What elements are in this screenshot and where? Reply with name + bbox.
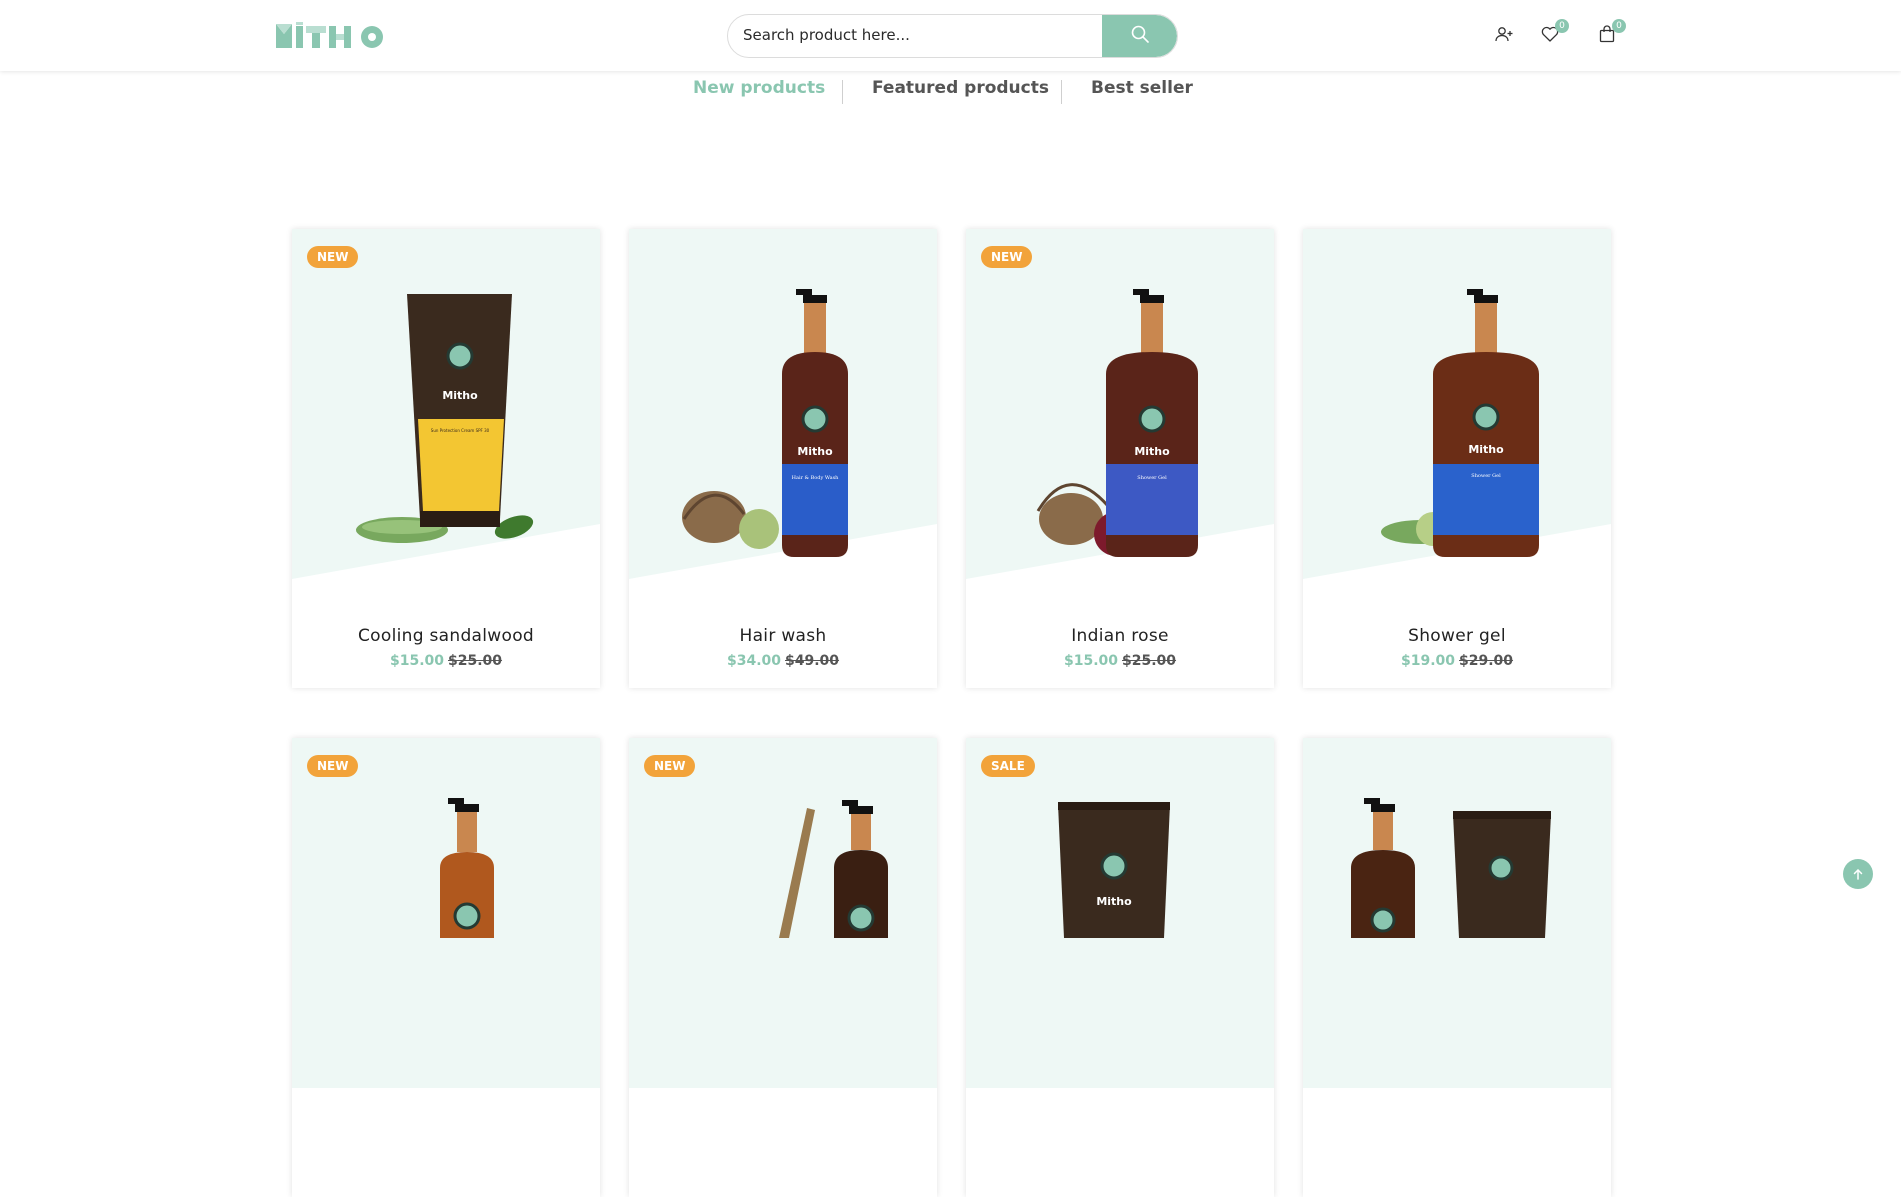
product-card[interactable]: NEW [629,738,937,1197]
product-prices: $15.00 $25.00 [966,653,1274,669]
new-badge: NEW [644,755,696,777]
tab-divider [1061,80,1062,104]
product-brand-label: Mitho [442,389,478,402]
new-badge: NEW [307,246,359,268]
account-button[interactable] [1491,23,1517,49]
brand-logo[interactable] [276,22,384,48]
new-badge: NEW [981,246,1033,268]
product-card-cooling-sandalwood[interactable]: Mitho Sun Protection Cream SPF 30 NEW Co… [292,229,600,688]
product-image [292,738,600,1088]
site-header: 0 0 [0,0,1901,71]
search-input[interactable] [728,15,1103,55]
product-brand-label: Mitho [797,445,833,458]
tab-new-products[interactable]: New products [693,78,825,98]
product-old-price: $25.00 [1122,653,1177,669]
product-name[interactable]: Hair wash [629,626,937,646]
product-brand-label: Mitho [1468,443,1504,456]
tab-divider [842,80,843,104]
product-image [629,738,937,1088]
product-card-shower-gel[interactable]: Mitho Shower Gel Shower gel $19.00 $29.00 [1303,229,1611,688]
wishlist-button[interactable]: 0 [1537,19,1569,49]
sale-badge: SALE [981,755,1035,777]
user-plus-icon [1495,26,1513,46]
cart-count-badge: 0 [1612,19,1626,33]
product-package-label: Shower Gel [1137,475,1167,481]
arrow-up-icon [1852,865,1864,884]
cart-button[interactable]: 0 [1594,19,1626,49]
product-price: $15.00 [1063,653,1118,669]
product-image: Mitho Sun Protection Cream SPF 30 [292,229,600,579]
search-icon [1131,25,1149,47]
product-image: Mitho Shower Gel [1303,229,1611,579]
product-card[interactable]: Mitho SALE [966,738,1274,1197]
scroll-to-top-button[interactable] [1843,859,1873,889]
product-card[interactable] [1303,738,1611,1197]
product-price: $34.00 [726,653,781,669]
product-price: $15.00 [389,653,444,669]
product-prices: $34.00 $49.00 [629,653,937,669]
search-bar [727,14,1178,58]
product-tabs: New products Featured products Best sell… [0,78,1901,108]
product-brand-label: Mitho [1134,445,1170,458]
product-old-price: $25.00 [448,653,503,669]
product-card-indian-rose[interactable]: Mitho Shower Gel NEW Indian rose $15.00 $… [966,229,1274,688]
search-button[interactable] [1102,15,1177,57]
product-card[interactable]: NEW [292,738,600,1197]
product-package-label: Hair & Body Wash [792,475,840,481]
tab-featured-products[interactable]: Featured products [872,78,1049,98]
product-image: Mitho Hair & Body Wash [629,229,937,579]
product-name[interactable]: Cooling sandalwood [292,626,600,646]
product-prices: $19.00 $29.00 [1303,653,1611,669]
product-old-price: $49.00 [785,653,840,669]
product-name[interactable]: Shower gel [1303,626,1611,646]
product-package-label: Sun Protection Cream SPF 30 [431,428,490,433]
product-card-hair-wash[interactable]: Mitho Hair & Body Wash Hair wash $34.00 $… [629,229,937,688]
product-name[interactable]: Indian rose [966,626,1274,646]
product-price: $19.00 [1400,653,1455,669]
product-image: Mitho Shower Gel [966,229,1274,579]
product-image [1303,738,1611,1088]
product-brand-label: Mitho [1096,895,1132,908]
product-prices: $15.00 $25.00 [292,653,600,669]
product-old-price: $29.00 [1459,653,1514,669]
tab-best-seller[interactable]: Best seller [1091,78,1193,98]
product-package-label: Shower Gel [1471,473,1501,479]
product-image: Mitho [966,738,1274,1088]
new-badge: NEW [307,755,359,777]
wishlist-count-badge: 0 [1555,19,1569,33]
